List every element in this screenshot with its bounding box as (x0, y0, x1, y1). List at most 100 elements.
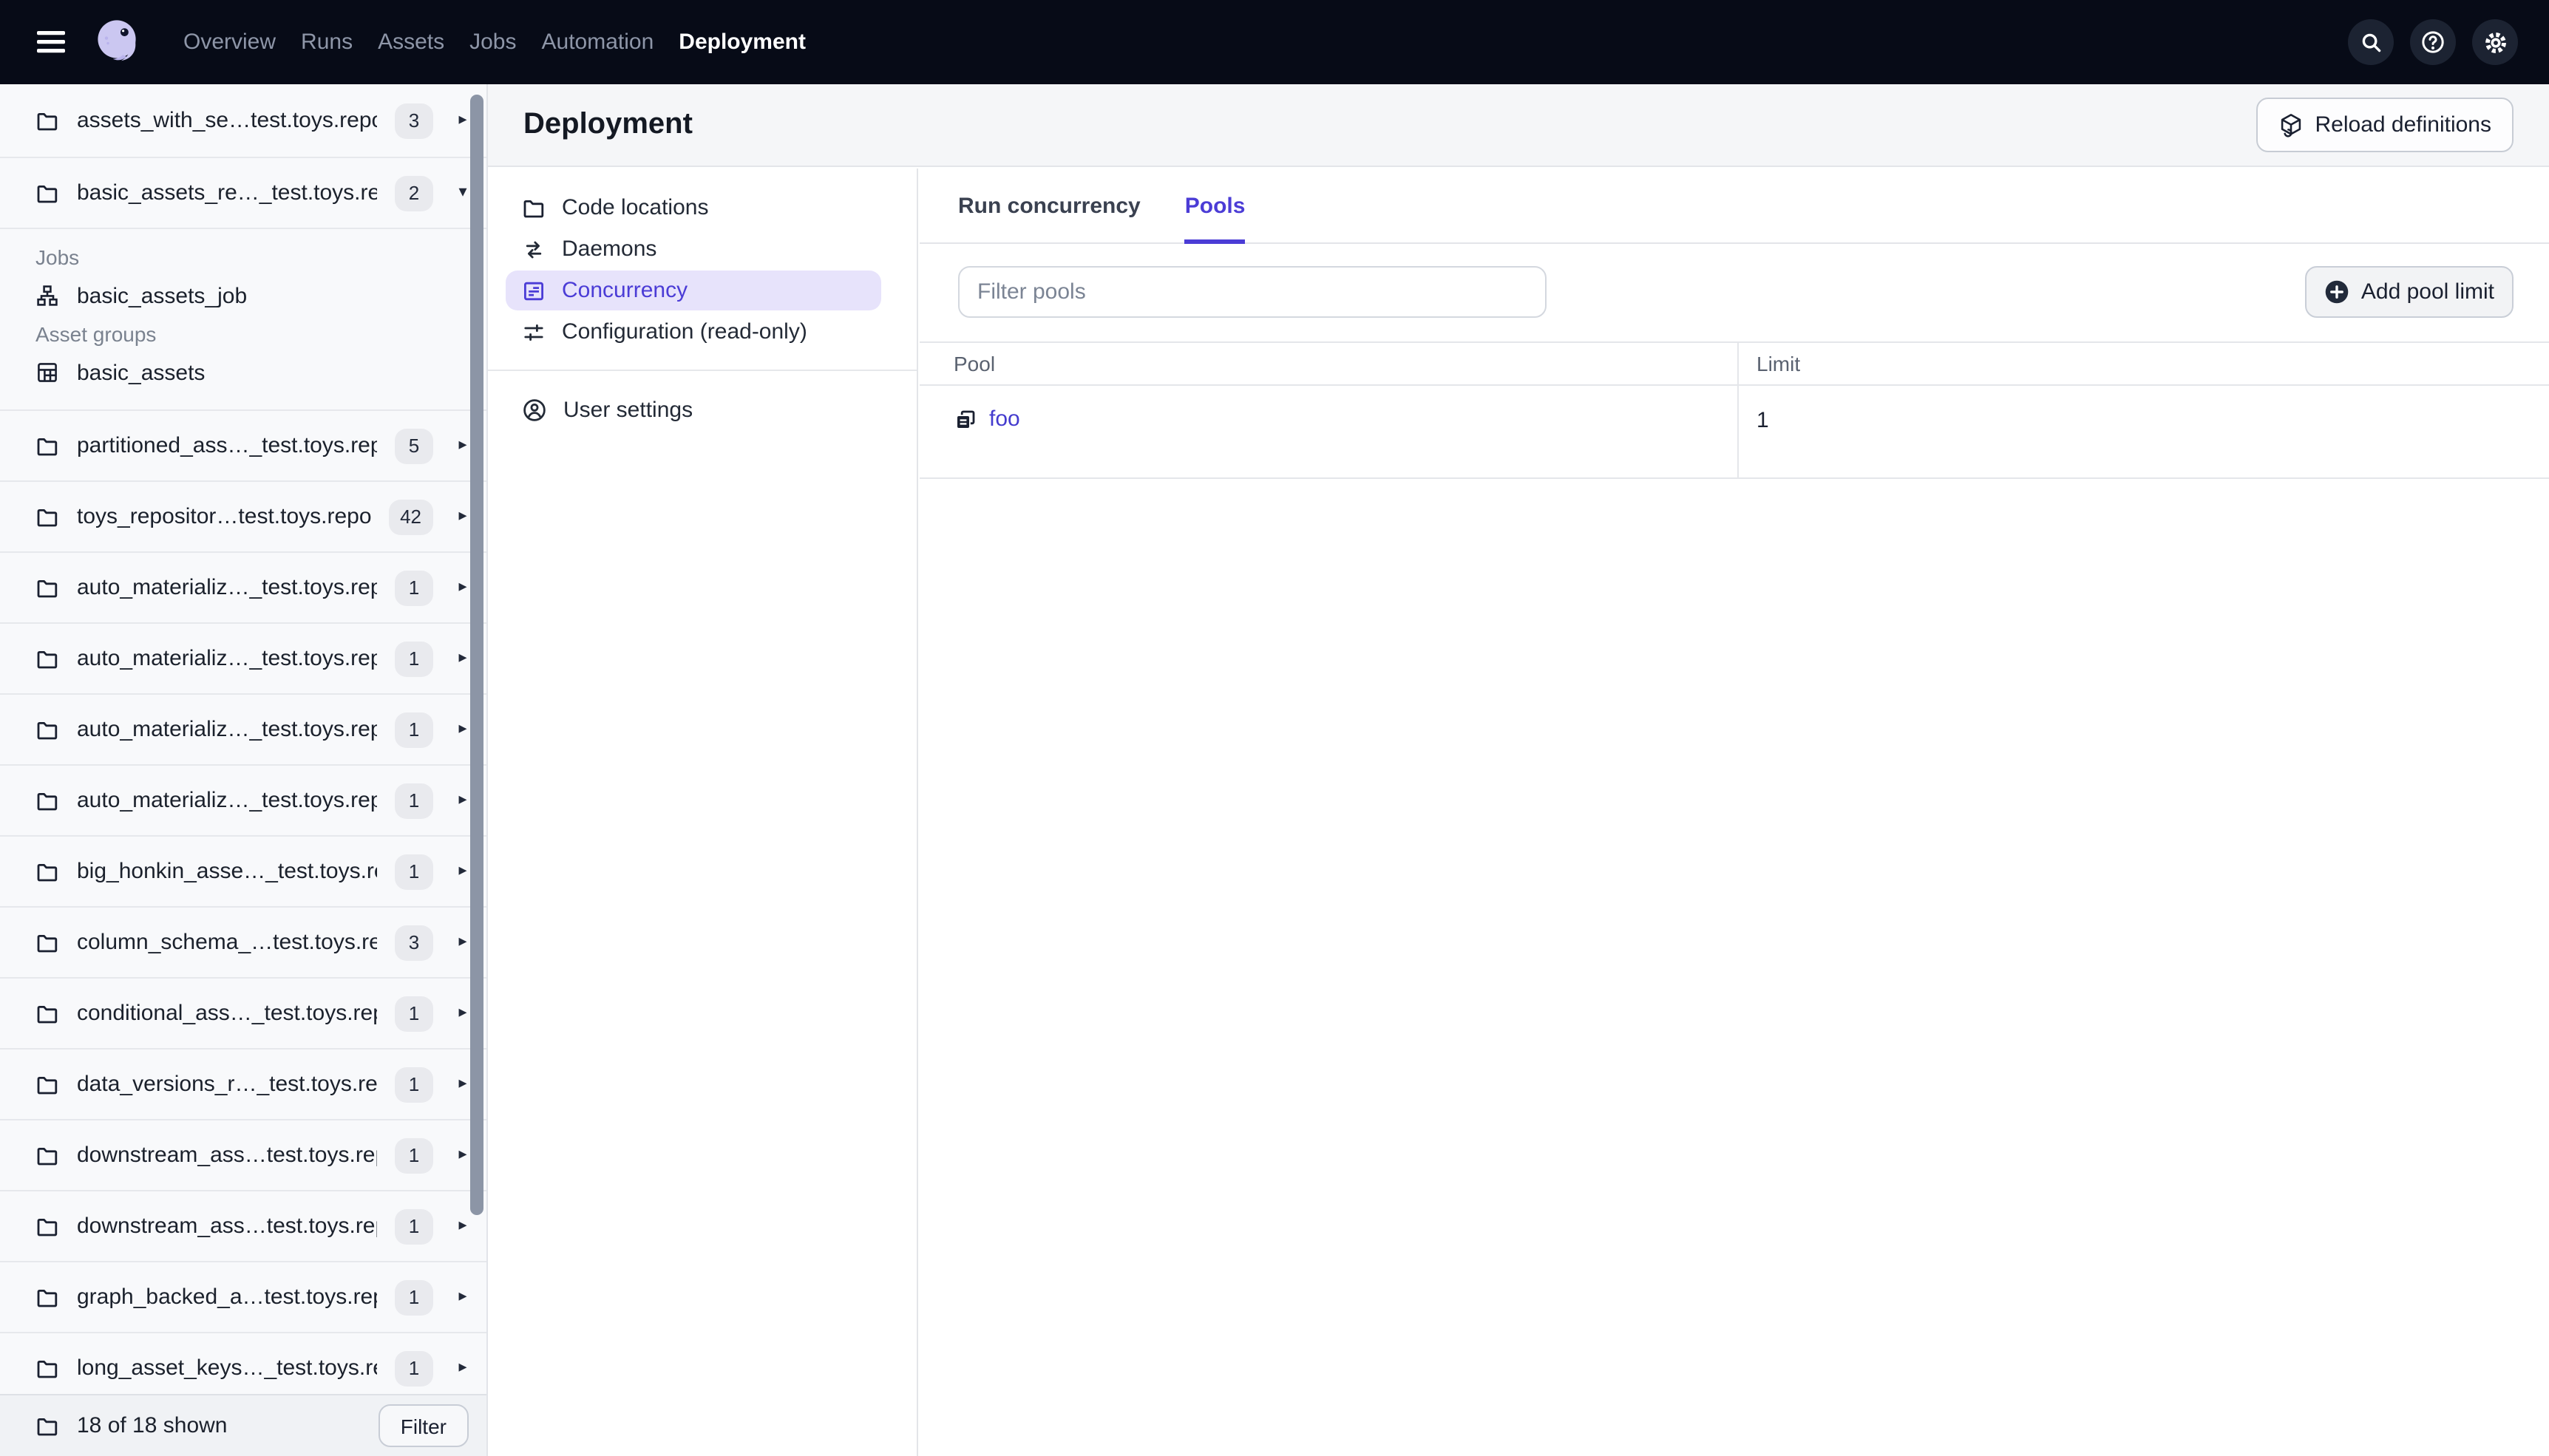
deployment-nav-item-daemons[interactable]: Daemons (506, 229, 881, 269)
repo-name-label: basic_assets_re…_test.toys.repo (77, 180, 377, 205)
section-label-jobs: Jobs (35, 245, 80, 269)
hamburger-menu-button[interactable] (37, 31, 65, 53)
tab-run-concurrency[interactable]: Run concurrency (958, 169, 1141, 244)
help-button[interactable] (2410, 19, 2456, 65)
chevron-right-icon[interactable]: ▸ (451, 1288, 475, 1305)
sidebar-repo-row[interactable]: toys_repositor…test.toys.repo 42 ▸ (0, 482, 486, 553)
pools-table: Pool Limit foo 1 (920, 341, 2549, 479)
repo-count-badge: 1 (395, 1208, 433, 1244)
repo-count-badge: 3 (395, 103, 433, 138)
deployment-nav-item-user-settings[interactable]: User settings (506, 390, 881, 430)
repo-count-badge: 1 (395, 1279, 433, 1315)
deployment-nav: Code locations Daemons Concurrency Confi… (488, 169, 918, 1456)
reload-definitions-label: Reload definitions (2315, 112, 2492, 137)
sidebar-repo-row[interactable]: downstream_ass…test.toys.repo 1 ▸ (0, 1120, 486, 1191)
top-nav-items: Overview Runs Assets Jobs Automation Deployme… (183, 0, 806, 84)
folder-icon (35, 434, 59, 457)
repo-name-label: assets_with_se…test.toys.repo (77, 108, 377, 133)
sidebar-repo-row[interactable]: data_versions_r…_test.toys.repo 1 ▸ (0, 1050, 486, 1120)
sidebar-repo-row[interactable]: auto_materializ…_test.toys.repo 1 ▸ (0, 553, 486, 624)
folder-icon (35, 1414, 59, 1438)
app-window: Overview Runs Assets Jobs Automation Deployme… (0, 0, 2549, 1456)
main-panel: Deployment Reload definitions Code locat… (488, 84, 2549, 1456)
viewport: Overview Runs Assets Jobs Automation Deployme… (0, 0, 2549, 1456)
help-icon (2420, 30, 2446, 55)
sidebar-repo-row[interactable]: auto_materializ…_test.toys.repo 1 ▸ (0, 624, 486, 695)
add-pool-limit-button[interactable]: Add pool limit (2304, 266, 2514, 318)
repo-count-badge: 1 (395, 1350, 433, 1386)
repo-count-badge: 42 (388, 499, 433, 534)
deployment-nav-item-code-locations[interactable]: Code locations (506, 188, 881, 228)
repo-name-label: conditional_ass…_test.toys.repo (77, 1001, 377, 1026)
sidebar-repo-row[interactable]: assets_with_se…test.toys.repo 3 ▸ (0, 84, 486, 158)
pool-name-link[interactable]: foo (989, 406, 1020, 432)
column-header-limit: Limit (1757, 352, 1801, 375)
deployment-nav-item-concurrency[interactable]: Concurrency (506, 271, 881, 310)
repo-count-badge: 1 (395, 712, 433, 747)
top-nav-item-assets[interactable]: Assets (378, 0, 444, 84)
filter-button[interactable]: Filter (378, 1404, 469, 1447)
tab-pools[interactable]: Pools (1184, 169, 1246, 244)
sidebar-scrollbar-thumb[interactable] (470, 95, 483, 1215)
top-nav-item-jobs[interactable]: Jobs (469, 0, 516, 84)
user-icon (522, 398, 547, 423)
chevron-right-icon[interactable]: ▸ (451, 1217, 475, 1234)
sidebar-entry-basic-assets-job[interactable]: basic_assets_job (0, 273, 486, 318)
repo-count-badge: 3 (395, 925, 433, 960)
repo-name-label: auto_materializ…_test.toys.repo (77, 788, 377, 813)
concurrency-content: Run concurrency Pools Add pool limit Pool… (920, 169, 2549, 1456)
nav-item-label: Configuration (read-only) (562, 319, 807, 344)
folder-icon (35, 505, 59, 528)
repo-count-badge: 1 (395, 996, 433, 1031)
settings-button[interactable] (2472, 19, 2518, 65)
left-sidebar: assets_with_se…test.toys.repo 3 ▸ basic_… (0, 84, 488, 1456)
sidebar-repo-row[interactable]: auto_materializ…_test.toys.repo 1 ▸ (0, 766, 486, 837)
repo-count-badge: 1 (395, 1067, 433, 1102)
sidebar-repo-row[interactable]: column_schema_…test.toys.repo 3 ▸ (0, 908, 486, 979)
top-nav-item-runs[interactable]: Runs (301, 0, 353, 84)
top-nav-item-deployment[interactable]: Deployment (679, 0, 806, 84)
dagster-logo[interactable] (90, 15, 145, 69)
repo-count-badge: 5 (395, 428, 433, 463)
filter-pools-input[interactable] (958, 266, 1547, 318)
repo-count-badge: 2 (395, 175, 433, 211)
sidebar-repo-row[interactable]: basic_assets_re…_test.toys.repo 2 ▾ (0, 158, 486, 229)
pool-icon (954, 407, 977, 431)
repo-name-label: auto_materializ…_test.toys.repo (77, 646, 377, 671)
config-icon (522, 320, 546, 344)
search-button[interactable] (2348, 19, 2394, 65)
folder-icon (35, 1285, 59, 1309)
sidebar-repo-row[interactable]: auto_materializ…_test.toys.repo 1 ▸ (0, 695, 486, 766)
folder-icon (35, 181, 59, 205)
folder-icon (522, 196, 546, 220)
chevron-right-icon[interactable]: ▸ (451, 1359, 475, 1376)
job-icon (35, 284, 59, 307)
pools-table-body: foo 1 (920, 386, 2549, 479)
folder-icon (35, 718, 59, 741)
repo-count-badge: 1 (395, 854, 433, 889)
expanded-repo-contents: Jobs basic_assets_job Asset groups basic… (0, 229, 486, 411)
daemons-icon (522, 237, 546, 261)
sidebar-repo-row[interactable]: long_asset_keys…_test.toys.repo 1 ▸ (0, 1333, 486, 1394)
sidebar-repo-row[interactable]: partitioned_ass…_test.toys.repo 5 ▸ (0, 411, 486, 482)
add-pool-limit-label: Add pool limit (2360, 279, 2494, 305)
sidebar-repo-row[interactable]: big_honkin_asse…_test.toys.repo 1 ▸ (0, 837, 486, 908)
folder-icon (35, 860, 59, 883)
deployment-nav-item-configuration-read-only[interactable]: Configuration (read-only) (506, 312, 881, 352)
repo-count-badge: 1 (395, 1137, 433, 1173)
sidebar-entry-basic-assets[interactable]: basic_assets (0, 350, 486, 395)
shown-count-label: 18 of 18 shown (77, 1413, 228, 1438)
repo-name-label: downstream_ass…test.toys.repo (77, 1214, 377, 1239)
folder-icon (35, 1143, 59, 1167)
entry-label: basic_assets (77, 360, 206, 385)
folder-icon (35, 1356, 59, 1380)
folder-icon (35, 1214, 59, 1238)
folder-icon (35, 1001, 59, 1025)
reload-definitions-button[interactable]: Reload definitions (2256, 98, 2514, 152)
top-nav-item-automation[interactable]: Automation (542, 0, 654, 84)
sidebar-repo-row[interactable]: graph_backed_a…test.toys.repo 1 ▸ (0, 1262, 486, 1333)
sidebar-repo-row[interactable]: downstream_ass…test.toys.repo 1 ▸ (0, 1191, 486, 1262)
repo-name-label: data_versions_r…_test.toys.repo (77, 1072, 377, 1097)
top-nav-item-overview[interactable]: Overview (183, 0, 276, 84)
sidebar-repo-row[interactable]: conditional_ass…_test.toys.repo 1 ▸ (0, 979, 486, 1050)
